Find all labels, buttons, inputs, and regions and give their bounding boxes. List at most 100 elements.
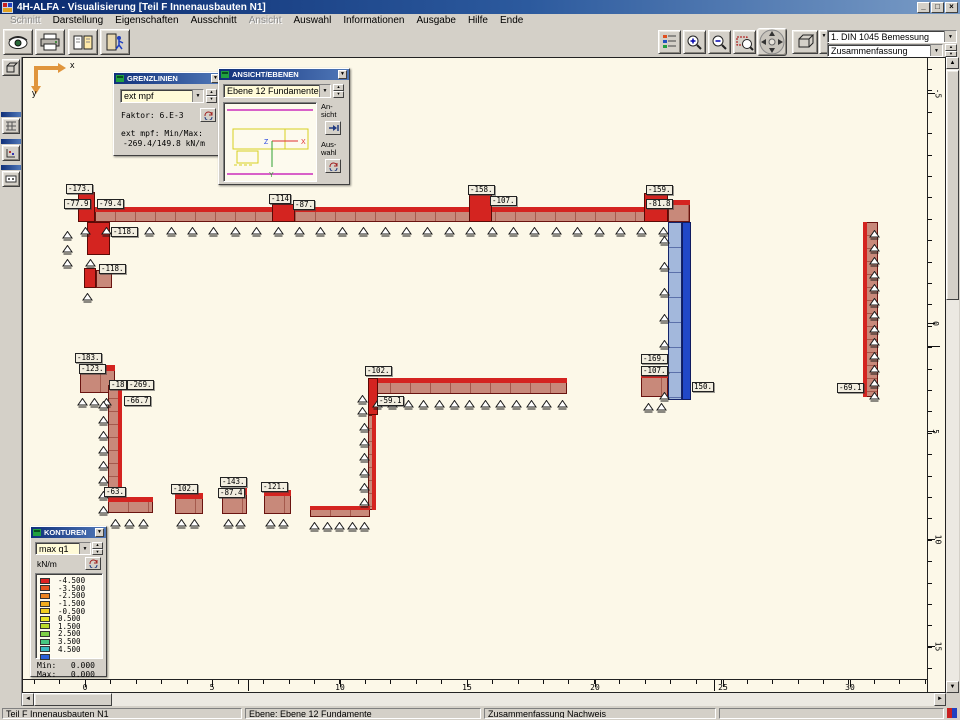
ebene-spinner[interactable]: ▲▼ xyxy=(333,84,344,98)
result-spinner[interactable]: ▲▼ xyxy=(945,44,957,57)
legend-color-swatch xyxy=(40,593,50,599)
panel-collapse-icon[interactable]: ▼ xyxy=(95,528,104,537)
menu-item-darstellung[interactable]: Darstellung xyxy=(47,15,110,26)
unit-label: kN/m xyxy=(37,559,57,569)
ruler-tick xyxy=(928,476,932,477)
chevron-down-icon[interactable]: ▼ xyxy=(192,90,203,102)
spin-up-icon[interactable]: ▲ xyxy=(333,84,344,91)
menu-item-ansicht: Ansicht xyxy=(243,15,288,26)
menu-item-hilfe[interactable]: Hilfe xyxy=(462,15,494,26)
ebene-combo[interactable]: Ebene 12 Fundamente ▼ xyxy=(223,84,331,98)
view-3d-box-icon xyxy=(795,34,815,50)
ruler-tick xyxy=(492,680,493,684)
spin-down-icon[interactable]: ▼ xyxy=(333,91,344,98)
mini-window-titlebar[interactable] xyxy=(1,139,21,144)
menu-item-auswahl[interactable]: Auswahl xyxy=(288,15,338,26)
menu-item-ausgabe[interactable]: Ausgabe xyxy=(410,15,461,26)
ruler-tick xyxy=(772,680,773,684)
zoom-window-button[interactable] xyxy=(733,30,756,54)
menu-item-eigenschaften[interactable]: Eigenschaften xyxy=(109,15,184,26)
mini-window-werte-button[interactable] xyxy=(2,171,20,187)
scroll-down-icon[interactable]: ▼ xyxy=(946,681,959,693)
ruler-tick xyxy=(747,680,748,684)
mini-window-titlebar[interactable] xyxy=(1,165,21,170)
ruler-tick xyxy=(928,454,932,455)
ruler-tick xyxy=(798,680,799,684)
panel-icon xyxy=(116,75,124,82)
view-3d-button[interactable] xyxy=(792,30,818,54)
konturen-combo-value: max q1 xyxy=(39,544,69,554)
ruler-marker-tick xyxy=(928,346,940,347)
spin-down-icon[interactable]: ▼ xyxy=(945,51,957,58)
report-button[interactable] xyxy=(68,29,98,55)
spin-up-icon[interactable]: ▲ xyxy=(206,89,217,96)
vertical-scroll-thumb[interactable] xyxy=(946,70,959,300)
konturen-spinner[interactable]: ▲▼ xyxy=(92,542,103,555)
result-combo[interactable]: Zusammenfassung ▼ xyxy=(827,44,943,57)
legend-color-swatch xyxy=(40,623,50,629)
menu-item-ende[interactable]: Ende xyxy=(494,15,529,26)
menu-item-informationen[interactable]: Informationen xyxy=(337,15,410,26)
values-icon xyxy=(5,174,17,184)
ansicht-titlebar[interactable]: ANSICHT/EBENEN ▼ xyxy=(219,69,349,80)
chevron-down-icon[interactable]: ▼ xyxy=(944,31,956,42)
ruler-tick xyxy=(928,497,932,498)
chevron-down-icon[interactable]: ▼ xyxy=(79,543,90,554)
mini-window-konturen-button[interactable] xyxy=(2,118,20,134)
design-code-combo[interactable]: 1. DIN 1045 Bemessung ▼ xyxy=(827,30,957,43)
grenzlinien-combo[interactable]: ext mpf ▼ xyxy=(120,89,204,103)
print-button[interactable] xyxy=(35,29,65,55)
ruler-tick xyxy=(34,680,35,684)
exit-button[interactable] xyxy=(100,29,130,55)
vertical-scrollbar[interactable]: ▲ ▼ xyxy=(946,57,959,693)
ruler-tick xyxy=(619,680,620,684)
panel-collapse-icon[interactable]: ▼ xyxy=(338,70,347,79)
refresh-button[interactable] xyxy=(200,108,216,122)
viewpoint-button[interactable] xyxy=(2,59,20,76)
ruler-tick xyxy=(928,155,932,156)
zoom-out-icon xyxy=(711,34,728,51)
spin-down-icon[interactable]: ▼ xyxy=(92,549,103,556)
close-button[interactable]: × xyxy=(945,2,958,13)
grid-icon xyxy=(5,121,17,131)
horizontal-scrollbar[interactable]: ◄ ► xyxy=(22,693,946,706)
minmax-values: -269.4/149.8 kN/m xyxy=(123,139,205,148)
view-button[interactable] xyxy=(3,29,33,55)
plan-preview[interactable]: Z X Y xyxy=(223,102,317,182)
minimize-button[interactable]: _ xyxy=(917,2,930,13)
zoom-in-button[interactable] xyxy=(683,30,706,54)
result-value: Zusammenfassung xyxy=(831,46,908,56)
scroll-right-icon[interactable]: ► xyxy=(934,693,946,706)
ruler-tick xyxy=(823,680,824,684)
scroll-left-icon[interactable]: ◄ xyxy=(22,693,34,706)
ansicht-apply-button[interactable] xyxy=(325,121,341,135)
scroll-up-icon[interactable]: ▲ xyxy=(946,57,959,69)
menu-item-ausschnitt[interactable]: Ausschnitt xyxy=(185,15,243,26)
ansicht-ebenen-panel: ANSICHT/EBENEN ▼ Ebene 12 Fundamente ▼ ▲… xyxy=(218,68,350,185)
ruler-tick xyxy=(928,647,932,648)
settings-tree-button[interactable] xyxy=(658,30,681,54)
refresh-button[interactable] xyxy=(85,557,101,570)
axis-x-label: X xyxy=(301,139,306,146)
chevron-down-icon[interactable]: ▼ xyxy=(319,85,330,97)
mini-window-titlebar[interactable] xyxy=(1,112,21,117)
spin-down-icon[interactable]: ▼ xyxy=(206,96,217,103)
maximize-button[interactable]: □ xyxy=(931,2,944,13)
eye-icon xyxy=(7,34,29,50)
legend-value: 4.500 xyxy=(58,645,81,654)
konturen-combo[interactable]: max q1 ▼ xyxy=(35,542,91,555)
ruler-tick xyxy=(518,680,519,684)
ruler-tick xyxy=(874,680,875,684)
horizontal-scroll-thumb[interactable] xyxy=(34,693,112,706)
min-value: 0.000 xyxy=(71,661,95,670)
konturen-titlebar[interactable]: KONTUREN ▼ xyxy=(31,527,106,538)
pan-control[interactable] xyxy=(757,28,787,56)
grenzlinien-spinner[interactable]: ▲▼ xyxy=(206,89,217,103)
mini-window-legende-button[interactable] xyxy=(2,145,20,161)
chevron-down-icon[interactable]: ▼ xyxy=(930,45,942,56)
auswahl-button[interactable] xyxy=(325,159,341,173)
grenzlinien-titlebar[interactable]: GRENZLINIEN ▼ xyxy=(114,73,222,84)
zoom-out-button[interactable] xyxy=(708,30,731,54)
ruler-tick xyxy=(925,680,926,684)
refresh-icon xyxy=(328,162,339,171)
